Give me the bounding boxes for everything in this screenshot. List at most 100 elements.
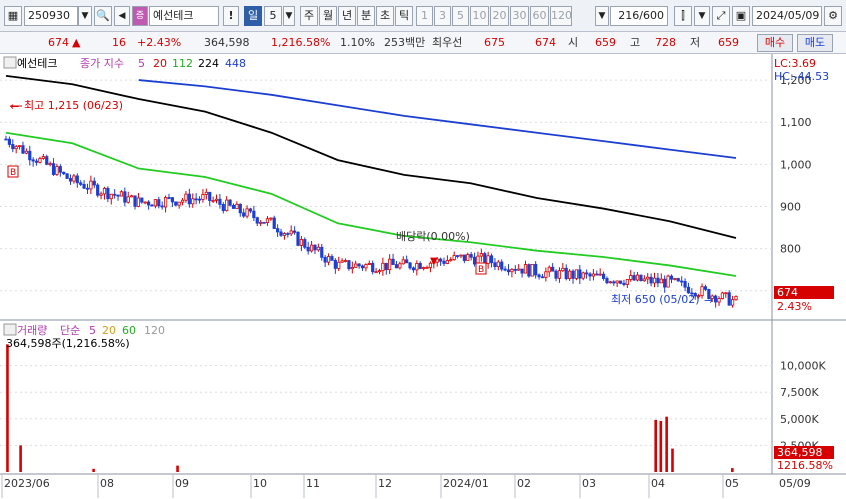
- interval-button[interactable]: 30: [510, 6, 529, 26]
- buy-button[interactable]: 매수: [757, 34, 793, 52]
- candle-body: [731, 299, 735, 306]
- candle-body: [286, 233, 290, 235]
- chart-title: 예선테크: [17, 57, 57, 70]
- candle-body: [629, 275, 633, 280]
- date-field[interactable]: 2024/05/09: [752, 6, 822, 26]
- menu-icon[interactable]: ▦: [4, 6, 22, 26]
- period-num-field[interactable]: 5: [264, 6, 282, 26]
- compare-icon[interactable]: ⤢: [712, 6, 730, 26]
- candle-body: [401, 259, 405, 265]
- candle-body: [598, 273, 602, 276]
- period-second-button[interactable]: 초: [376, 6, 394, 26]
- candle-body: [517, 268, 521, 271]
- candle-body: [500, 261, 504, 270]
- candle-body: [540, 276, 545, 279]
- stock-code-input[interactable]: 250930: [24, 6, 78, 26]
- search-icon[interactable]: 🔍: [94, 6, 112, 26]
- interval-button[interactable]: 20: [490, 6, 509, 26]
- candle-body: [496, 261, 500, 268]
- candle-body: [197, 198, 202, 201]
- candle-body: [45, 156, 49, 165]
- x-tick-label: 04: [651, 477, 665, 490]
- candle-body: [313, 244, 317, 251]
- interval-button[interactable]: 120: [550, 6, 572, 26]
- candle-body: [279, 231, 283, 236]
- ma-legend-5: 5: [138, 57, 145, 70]
- volume-bar: [654, 419, 657, 472]
- candle-body: [405, 259, 409, 264]
- stock-chart[interactable]: 1,2001,1001,00090080070010,000K7,500K5,0…: [0, 54, 846, 499]
- candle-body: [425, 267, 429, 269]
- period-week-button[interactable]: 주: [300, 6, 318, 26]
- period-month-button[interactable]: 월: [319, 6, 337, 26]
- candle-body: [116, 194, 120, 197]
- candle-body: [235, 203, 239, 209]
- count-field[interactable]: 216/600: [610, 6, 668, 26]
- x-tick-label: 2023/06: [4, 477, 50, 490]
- candle-body: [177, 201, 181, 206]
- best-quote-label: 최우선: [432, 36, 463, 49]
- candle-body: [102, 187, 107, 195]
- buy-signal-label: B: [478, 265, 484, 275]
- candle-body: [639, 274, 643, 282]
- line-dropdown-icon[interactable]: ▼: [694, 6, 710, 26]
- volume-menu-icon[interactable]: [3, 323, 17, 336]
- settings-icon[interactable]: ⚙: [824, 6, 842, 26]
- candle-body: [106, 187, 110, 200]
- period-dropdown-icon[interactable]: ▼: [283, 6, 295, 26]
- candle-body: [466, 254, 470, 261]
- candle-body: [683, 281, 687, 288]
- interval-button[interactable]: 10: [470, 6, 489, 26]
- candle-icon[interactable]: ⫿: [674, 6, 692, 26]
- candle-body: [85, 187, 90, 190]
- candle-body: [564, 267, 568, 280]
- interval-button[interactable]: 60: [530, 6, 549, 26]
- last-volume-label: 364,598: [777, 446, 823, 459]
- candle-body: [554, 270, 558, 279]
- candle-body: [727, 292, 731, 306]
- period-minute-button[interactable]: 분: [357, 6, 375, 26]
- candle-body: [170, 197, 174, 203]
- candle-body: [248, 208, 253, 212]
- interval-button[interactable]: 3: [434, 6, 451, 26]
- candle-body: [544, 271, 548, 278]
- period-tick-button[interactable]: 틱: [395, 6, 413, 26]
- candle-body: [384, 262, 388, 271]
- period-year-button[interactable]: 년: [338, 6, 356, 26]
- candle-body: [381, 262, 385, 272]
- candle-body: [568, 270, 572, 280]
- trade-amount: 253백만: [384, 36, 426, 49]
- ma-legend-448: 448: [225, 57, 246, 70]
- candle-body: [391, 258, 395, 265]
- candle-body: [591, 273, 595, 277]
- candle-body: [113, 193, 117, 196]
- price-tick-label: 1,100: [780, 116, 812, 129]
- candle-body: [357, 263, 361, 267]
- candle-body: [581, 272, 585, 279]
- interval-button[interactable]: 1: [416, 6, 433, 26]
- candle-body: [574, 269, 579, 279]
- candle-body: [605, 278, 609, 284]
- candle-body: [316, 246, 320, 251]
- candle-body: [347, 260, 351, 270]
- sell-button[interactable]: 매도: [797, 34, 833, 52]
- volume-bar: [659, 420, 663, 472]
- count-dropdown-icon[interactable]: ▼: [595, 6, 609, 26]
- candle-body: [245, 208, 249, 217]
- dividend-marker-icon: ▼: [430, 256, 438, 267]
- prev-stock-icon[interactable]: ◀: [114, 6, 130, 26]
- warning-button[interactable]: !: [223, 6, 239, 26]
- candle-body: [269, 217, 273, 220]
- candle-body: [717, 298, 721, 303]
- volume-bar: [731, 468, 734, 472]
- save-icon[interactable]: ▣: [732, 6, 750, 26]
- candle-body: [262, 221, 266, 224]
- candle-body: [306, 246, 310, 252]
- candle-body: [136, 197, 141, 207]
- candle-body: [89, 180, 93, 190]
- code-dropdown-icon[interactable]: ▼: [78, 6, 92, 26]
- interval-button[interactable]: 5: [452, 6, 469, 26]
- panel-menu-icon[interactable]: [3, 56, 17, 69]
- period-day-button[interactable]: 일: [244, 6, 262, 26]
- stock-name-field[interactable]: 예선테크: [149, 6, 219, 26]
